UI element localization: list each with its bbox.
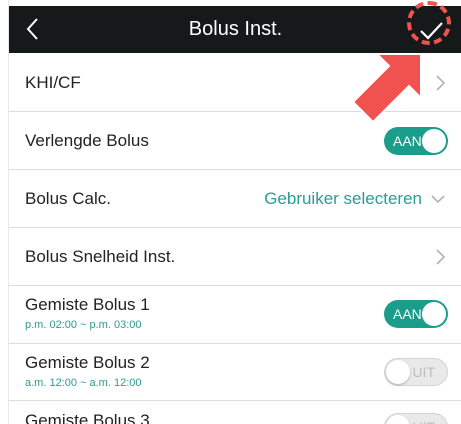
missed-bolus-1-toggle[interactable]: AAN	[384, 300, 448, 328]
row-label: Gemiste Bolus 2	[25, 353, 150, 372]
row-label: KHI/CF	[25, 73, 81, 92]
toggle-knob	[422, 302, 446, 326]
chevron-right-icon	[436, 75, 446, 91]
toggle-knob	[386, 415, 410, 424]
row-label: Bolus Snelheid Inst.	[25, 247, 176, 266]
page-title: Bolus Inst.	[188, 18, 283, 40]
row-label: Verlengde Bolus	[25, 131, 149, 150]
settings-row-missed-bolus-3: Gemiste Bolus 3 UIT	[9, 401, 461, 424]
chevron-right-icon	[436, 249, 446, 265]
missed-bolus-3-toggle[interactable]: UIT	[384, 413, 448, 424]
settings-row-khi-cf[interactable]: KHI/CF	[9, 53, 461, 112]
chevron-left-icon	[26, 18, 38, 40]
settings-row-missed-bolus-2: Gemiste Bolus 2 a.m. 12:00 ~ a.m. 12:00 …	[9, 344, 461, 401]
toggle-label: UIT	[412, 364, 435, 380]
time-range: a.m. 12:00 ~ a.m. 12:00	[25, 377, 142, 389]
back-button[interactable]	[21, 14, 45, 44]
settings-screen: Bolus Inst. KHI/CF Verlengde Bolus AAN B…	[8, 0, 461, 424]
time-range: p.m. 02:00 ~ p.m. 03:00	[25, 319, 142, 331]
row-label: Gemiste Bolus 3	[25, 411, 150, 424]
toggle-knob	[386, 360, 410, 384]
toggle-knob	[422, 129, 446, 153]
settings-row-bolus-speed[interactable]: Bolus Snelheid Inst.	[9, 228, 461, 286]
settings-row-bolus-calc[interactable]: Bolus Calc. Gebruiker selecteren	[9, 170, 461, 228]
row-label: Gemiste Bolus 1	[25, 295, 150, 314]
bolus-calc-select-value[interactable]: Gebruiker selecteren	[264, 189, 422, 209]
row-label: Bolus Calc.	[25, 189, 111, 208]
toggle-label: AAN	[393, 306, 422, 322]
toggle-label: UIT	[412, 414, 435, 424]
extended-bolus-toggle[interactable]: AAN	[384, 127, 448, 155]
settings-row-missed-bolus-1: Gemiste Bolus 1 p.m. 02:00 ~ p.m. 03:00 …	[9, 286, 461, 344]
chevron-down-icon	[431, 195, 445, 204]
header-bar: Bolus Inst.	[9, 6, 461, 53]
missed-bolus-2-toggle[interactable]: UIT	[384, 358, 448, 386]
toggle-label: AAN	[393, 133, 422, 149]
highlight-circle	[407, 1, 451, 45]
settings-row-extended-bolus: Verlengde Bolus AAN	[9, 112, 461, 170]
